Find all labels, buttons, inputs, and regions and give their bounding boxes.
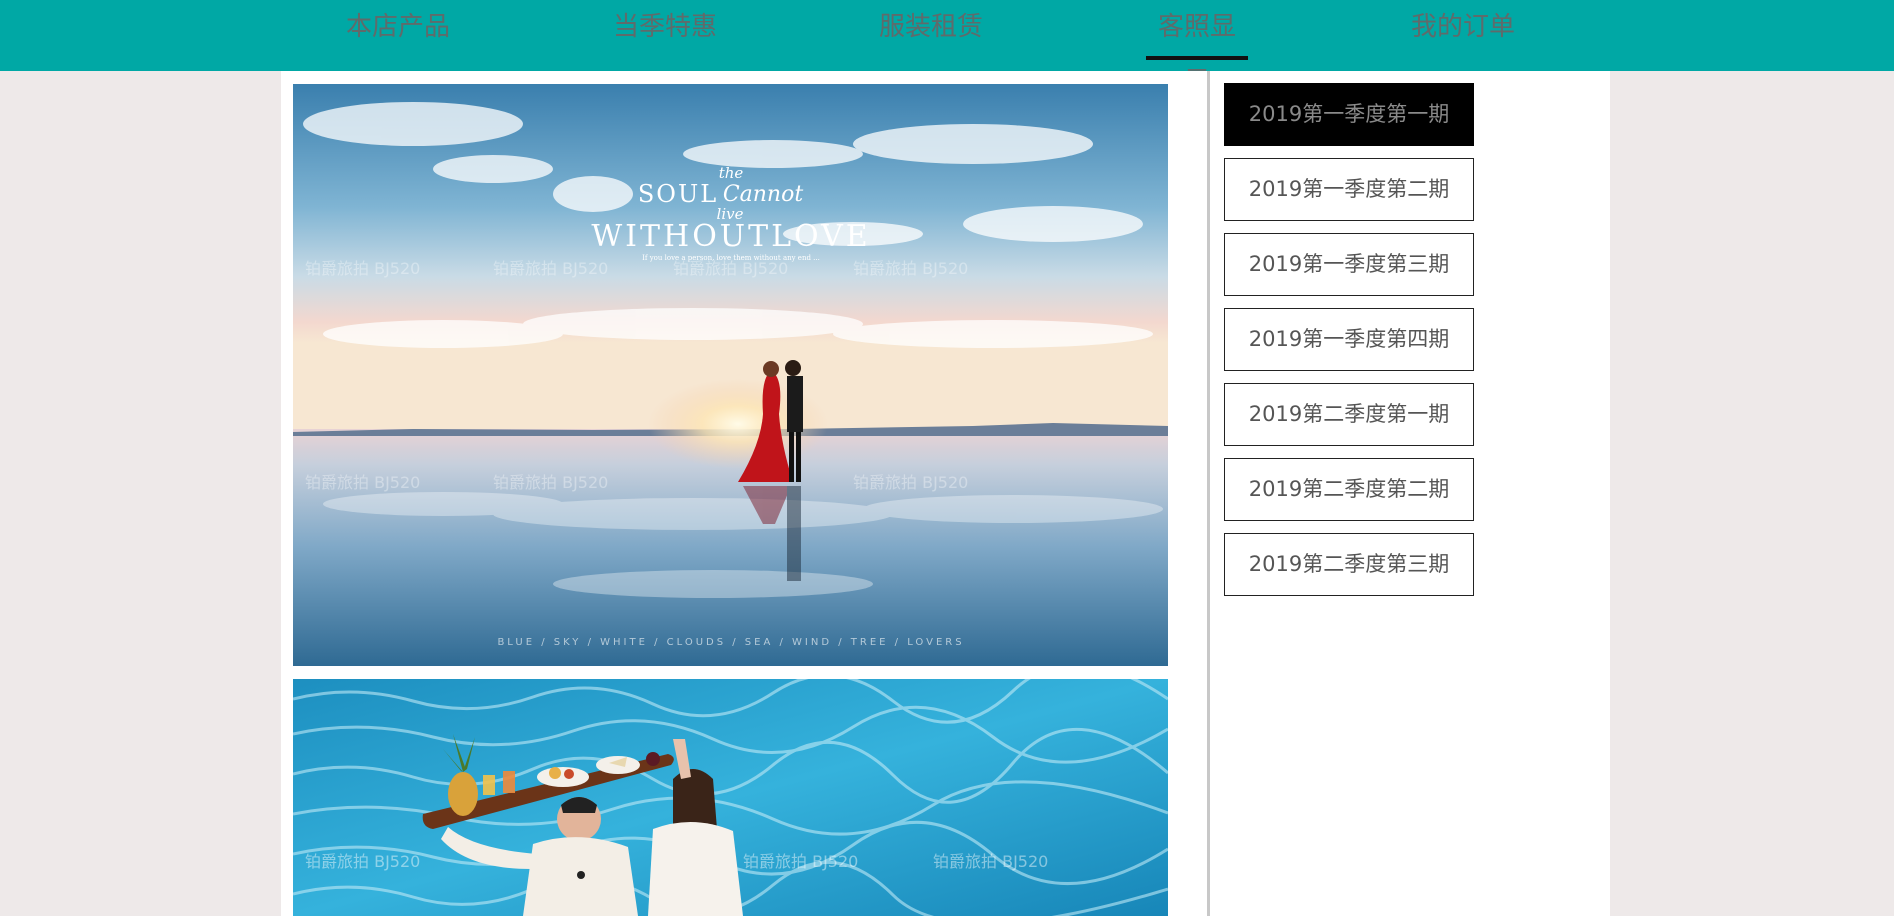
overlay-text-the: the: [719, 164, 744, 182]
overlay-text-without-love: WITHOUTLOVE: [591, 219, 870, 254]
watermark-text: 铂爵旅拍 BJ520: [853, 473, 968, 492]
vertical-divider: [1207, 71, 1210, 916]
watermark-text: 铂爵旅拍 BJ520: [493, 473, 608, 492]
salt-flat-photo-image: the SOUL Cannot live WITHOUTLOVE If you …: [293, 84, 1168, 666]
nav-item-my-orders[interactable]: 我的订单: [1410, 0, 1516, 60]
watermark-text: 铂爵旅拍 BJ520: [305, 473, 420, 492]
issue-button-2019-q1-1[interactable]: 2019第一季度第一期: [1224, 83, 1474, 146]
watermark-text: 铂爵旅拍 BJ520: [305, 259, 420, 278]
watermark-text: 铂爵旅拍 BJ520: [305, 852, 420, 871]
top-nav-bar: 本店产品 当季特惠 服装租赁 客照显示 我的订单: [0, 0, 1894, 96]
overlay-text-cannot: Cannot: [723, 182, 804, 207]
issue-button-2019-q2-3[interactable]: 2019第二季度第三期: [1224, 533, 1474, 596]
watermark-text: 铂爵旅拍 BJ520: [743, 852, 858, 871]
overlay-text-soul: SOUL: [638, 180, 718, 208]
watermark-text: 铂爵旅拍 BJ520: [493, 259, 608, 278]
nav-item-client-photos[interactable]: 客照显示: [1146, 0, 1248, 96]
issue-button-2019-q2-1[interactable]: 2019第二季度第一期: [1224, 383, 1474, 446]
nav-item-products[interactable]: 本店产品: [345, 0, 451, 60]
issue-button-2019-q1-2[interactable]: 2019第一季度第二期: [1224, 158, 1474, 221]
pool-photo-image: 铂爵旅拍 BJ520 铂爵旅拍 BJ520 铂爵旅拍 BJ520: [293, 679, 1168, 916]
watermark-text: 铂爵旅拍 BJ520: [933, 852, 1048, 871]
watermark-text: 铂爵旅拍 BJ520: [853, 259, 968, 278]
nav-item-seasonal-deals[interactable]: 当季特惠: [612, 0, 718, 60]
watermark-text: 铂爵旅拍 BJ520: [673, 259, 788, 278]
issue-button-2019-q1-3[interactable]: 2019第一季度第三期: [1224, 233, 1474, 296]
issue-button-2019-q1-4[interactable]: 2019第一季度第四期: [1224, 308, 1474, 371]
gallery-photo-pool[interactable]: 铂爵旅拍 BJ520 铂爵旅拍 BJ520 铂爵旅拍 BJ520: [293, 679, 1168, 916]
gallery-photo-salt-flat[interactable]: the SOUL Cannot live WITHOUTLOVE If you …: [293, 84, 1168, 666]
issue-button-2019-q2-2[interactable]: 2019第二季度第二期: [1224, 458, 1474, 521]
overlay-text-footer: BLUE / SKY / WHITE / CLOUDS / SEA / WIND…: [497, 637, 964, 648]
nav-item-costume-rental[interactable]: 服装租赁: [878, 0, 984, 60]
